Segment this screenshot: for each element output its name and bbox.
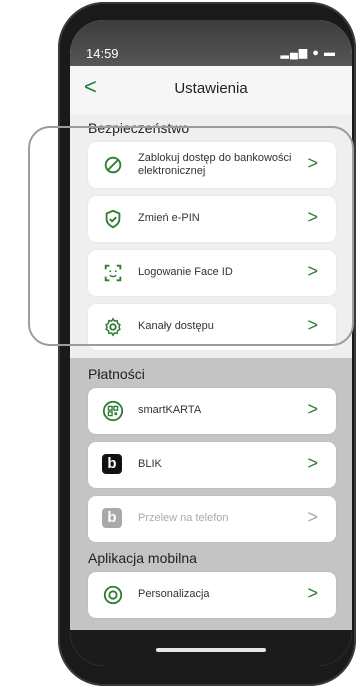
page-title: Ustawienia xyxy=(174,80,248,97)
blik-button[interactable]: b BLIK > xyxy=(88,442,336,488)
qr-code-icon xyxy=(102,400,124,422)
blik-letter: b xyxy=(102,508,122,528)
personalization-button[interactable]: Personalizacja > xyxy=(88,572,336,618)
chevron-right-icon: > xyxy=(307,453,318,473)
blik-label: BLIK xyxy=(138,458,162,470)
chevron-right-icon: > xyxy=(307,583,318,603)
section-title-payments: Płatności xyxy=(88,366,145,382)
blik-logo-icon: b xyxy=(102,508,124,530)
home-indicator-area xyxy=(70,630,352,666)
phone-transfer-button[interactable]: b Przelew na telefon > xyxy=(88,496,336,542)
phone-transfer-label: Przelew na telefon xyxy=(138,512,229,524)
blik-logo-icon: b xyxy=(102,454,124,476)
status-bar: 14:59 ▂▄▆ ● ▬ xyxy=(70,20,352,66)
personalization-icon xyxy=(103,585,123,605)
status-time: 14:59 xyxy=(86,46,119,61)
blik-letter: b xyxy=(102,454,122,474)
section-title-mobile-app: Aplikacja mobilna xyxy=(88,550,197,566)
smartkarta-label: smartKARTA xyxy=(138,404,202,416)
chevron-right-icon: > xyxy=(307,507,318,527)
home-indicator[interactable] xyxy=(156,648,266,652)
security-highlight-frame xyxy=(28,126,354,346)
smartkarta-button[interactable]: smartKARTA > xyxy=(88,388,336,434)
personalization-label: Personalizacja xyxy=(138,588,210,600)
status-icons: ▂▄▆ ● ▬ xyxy=(280,47,336,59)
navigation-bar: < Ustawienia xyxy=(70,66,352,114)
chevron-right-icon: > xyxy=(307,399,318,419)
